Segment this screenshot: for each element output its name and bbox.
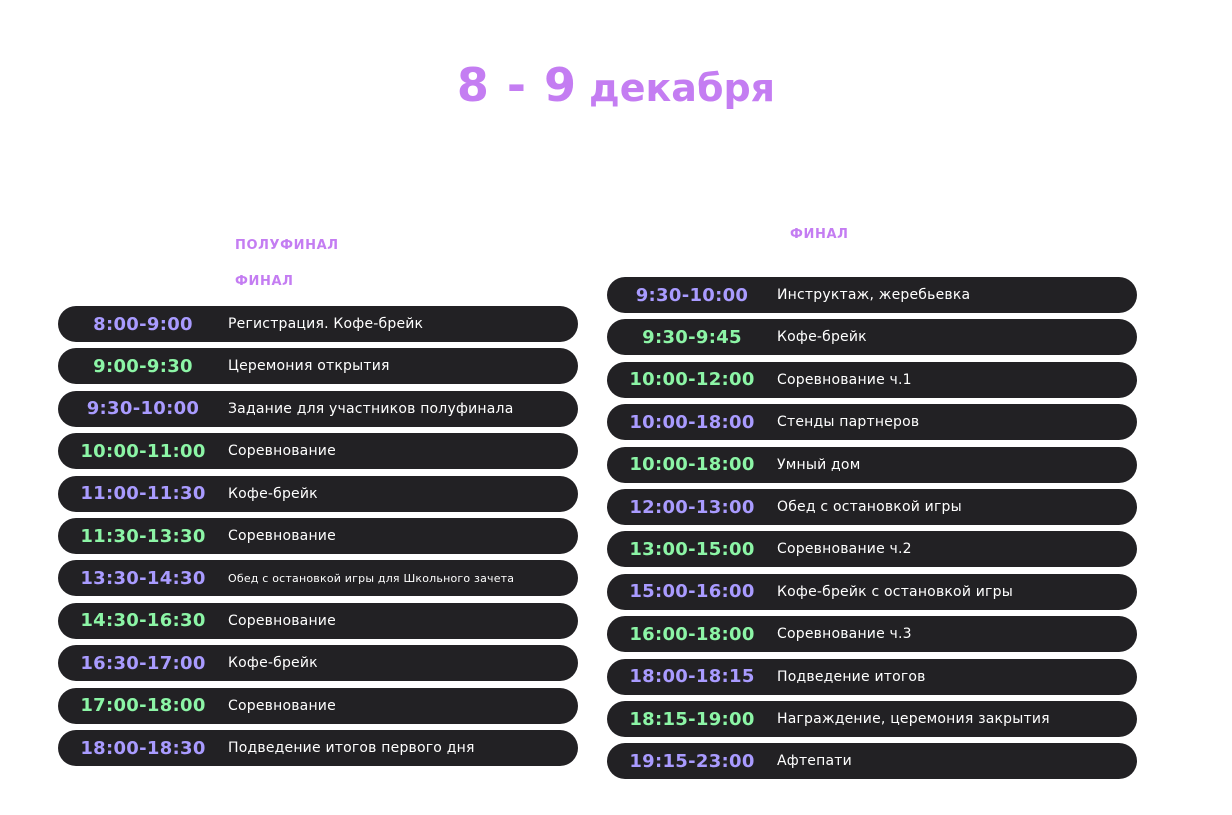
schedule-time: 9:30-9:45 — [642, 326, 742, 348]
schedule-description: Кофе-брейк с остановкой игры — [777, 583, 1013, 600]
schedule-description: Афтепати — [777, 753, 852, 770]
schedule-time: 10:00-11:00 — [80, 440, 206, 462]
schedule-description: Награждение, церемония закрытия — [777, 711, 1050, 727]
schedule-row: 14:30-16:30 Соревнование — [58, 602, 578, 639]
schedule-row: 8:00-9:00 Регистрация. Кофе-брейк — [58, 306, 578, 342]
schedule-row: 18:00-18:15 Подведение итогов — [607, 658, 1137, 695]
schedule-time: 13:00-15:00 — [629, 538, 755, 560]
schedule-description: Кофе-брейк — [228, 655, 318, 672]
schedule-row: 9:30-10:00 Инструктаж, жеребьевка — [607, 277, 1137, 313]
schedule-time: 16:00-18:00 — [629, 623, 755, 645]
schedule-row: 10:00-11:00 Соревнование — [58, 433, 578, 470]
schedule-time: 9:30-10:00 — [86, 398, 200, 420]
schedule-time: 18:00-18:15 — [629, 666, 755, 688]
label-final-left: ФИНАЛ — [235, 274, 294, 289]
schedule-row: 9:30-9:45 Кофе-брейк — [607, 319, 1137, 356]
schedule-time: 11:30-13:30 — [80, 525, 206, 547]
schedule-time: 9:00-9:30 — [93, 355, 193, 377]
schedule-description: Умный дом — [777, 456, 861, 473]
schedule-description: Соревнование — [228, 528, 336, 544]
title-month: декабря — [589, 66, 776, 110]
schedule-time: 10:00-18:00 — [629, 411, 755, 433]
page-title: 8 - 9 декабря — [0, 58, 1232, 112]
schedule-description: Соревнование ч.1 — [777, 371, 912, 388]
schedule-time: 18:15-19:00 — [629, 708, 755, 730]
schedule-description: Подведение итогов первого дня — [228, 740, 475, 756]
schedule-row: 10:00-18:00 Стенды партнеров — [607, 404, 1137, 441]
schedule-time: 10:00-18:00 — [629, 454, 755, 476]
schedule-time: 8:00-9:00 — [93, 313, 193, 335]
schedule-description: Соревнование — [228, 697, 336, 714]
schedule-row: 9:00-9:30 Церемония открытия — [58, 348, 578, 385]
schedule-row: 16:00-18:00 Соревнование ч.3 — [607, 616, 1137, 653]
schedule-row: 17:00-18:00 Соревнование — [58, 687, 578, 724]
schedule-description: Инструктаж, жеребьевка — [777, 287, 971, 303]
title-dates: 8 - 9 — [456, 58, 578, 112]
schedule-time: 11:00-11:30 — [80, 483, 206, 505]
schedule-time: 16:30-17:00 — [80, 652, 206, 674]
schedule-time: 13:30-14:30 — [80, 567, 206, 589]
schedule-row: 18:15-19:00 Награждение, церемония закрыт… — [607, 701, 1137, 737]
schedule-description: Соревнование — [228, 443, 336, 460]
schedule-description: Кофе-брейк — [777, 329, 867, 346]
schedule-description: Обед с остановкой игры — [777, 499, 962, 515]
schedule-row: 19:15-23:00 Афтепати — [607, 743, 1137, 780]
schedule-row: 10:00-18:00 Умный дом — [607, 446, 1137, 483]
schedule-time: 19:15-23:00 — [629, 750, 755, 772]
schedule-row: 9:30-10:00 Задание для участников полуфин… — [58, 390, 578, 427]
schedule-row: 18:00-18:30 Подведение итогов первого дня — [58, 730, 578, 766]
schedule-row: 13:30-14:30 Обед с остановкой игры для Шк… — [58, 560, 578, 597]
schedule-time: 10:00-12:00 — [629, 369, 755, 391]
label-final-right: ФИНАЛ — [790, 227, 849, 242]
schedule-time: 18:00-18:30 — [80, 737, 206, 759]
schedule-time: 14:30-16:30 — [80, 610, 206, 632]
schedule-description: Задание для участников полуфинала — [228, 400, 514, 417]
label-semifinal: ПОЛУФИНАЛ — [235, 238, 339, 253]
schedule-time: 9:30-10:00 — [635, 284, 749, 306]
schedule-description: Подведение итогов — [777, 668, 926, 685]
schedule-description: Кофе-брейк — [228, 485, 318, 502]
schedule-row: 11:00-11:30 Кофе-брейк — [58, 475, 578, 512]
schedule-row: 15:00-16:00 Кофе-брейк с остановкой игры — [607, 573, 1137, 610]
schedule-row: 12:00-13:00 Обед с остановкой игры — [607, 489, 1137, 525]
schedule-description: Соревнование ч.2 — [777, 541, 912, 558]
schedule-time: 12:00-13:00 — [629, 496, 755, 518]
schedule-row: 11:30-13:30 Соревнование — [58, 518, 578, 554]
schedule-description: Обед с остановкой игры для Школьного зач… — [228, 571, 515, 585]
schedule-time: 17:00-18:00 — [80, 695, 206, 717]
schedule-description: Соревнование ч.3 — [777, 626, 912, 643]
schedule-row: 10:00-12:00 Соревнование ч.1 — [607, 361, 1137, 398]
schedule-description: Церемония открытия — [228, 358, 390, 375]
schedule-description: Регистрация. Кофе-брейк — [228, 316, 424, 332]
schedule-time: 15:00-16:00 — [629, 581, 755, 603]
schedule-row: 16:30-17:00 Кофе-брейк — [58, 645, 578, 682]
schedule-row: 13:00-15:00 Соревнование ч.2 — [607, 531, 1137, 568]
schedule-description: Соревнование — [228, 612, 336, 629]
schedule-description: Стенды партнеров — [777, 414, 920, 431]
